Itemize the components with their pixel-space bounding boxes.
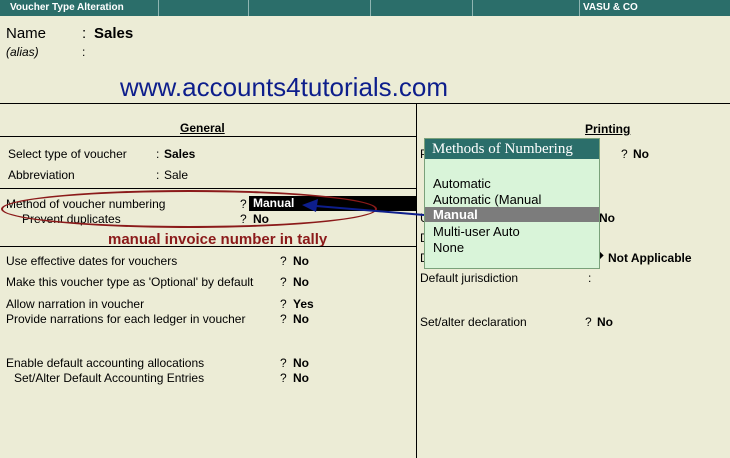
- arrow-line: [315, 205, 425, 216]
- annotation-arrow: [302, 199, 425, 216]
- arrow-head: [302, 199, 318, 212]
